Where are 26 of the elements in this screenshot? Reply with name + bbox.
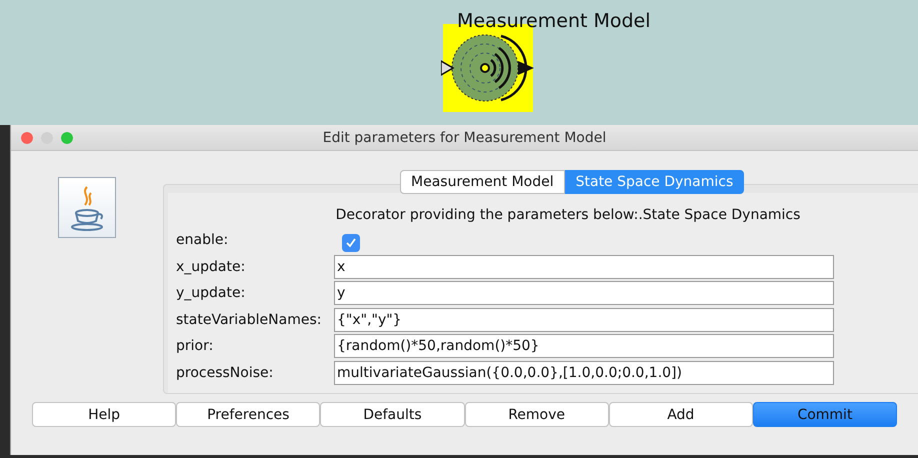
field-label: x_update: (175, 258, 246, 275)
cup-icon (58, 177, 116, 238)
node-label: Measurement Model (457, 10, 651, 32)
close-icon[interactable] (21, 132, 33, 144)
dialog-button[interactable]: Remove (464, 402, 609, 427)
dialog-button[interactable]: Commit (752, 402, 898, 427)
dialog-button[interactable]: Add (608, 402, 753, 427)
tab[interactable]: Measurement Model (400, 170, 565, 194)
dialog-button[interactable]: Defaults (320, 402, 465, 427)
window-title: Edit parameters for Measurement Model (322, 130, 606, 146)
input-field[interactable]: x (334, 254, 834, 279)
checkbox[interactable] (342, 234, 360, 252)
field-label: processNoise: (175, 364, 274, 381)
field-label: prior: (175, 338, 214, 354)
input-field[interactable]: multivariateGaussian({0.0,0.0},[1.0,0.0;0.0,1.0]) (334, 360, 834, 385)
field-label: enable: (175, 232, 230, 248)
dialog-button[interactable]: Preferences (176, 402, 320, 427)
check-icon (345, 237, 357, 250)
input-field[interactable]: y (334, 281, 834, 306)
input-field[interactable]: {"x","y"} (334, 308, 834, 332)
field-label: stateVariableNames: (175, 312, 322, 328)
zoom-icon[interactable] (61, 132, 73, 144)
dialog-button[interactable]: Help (32, 402, 176, 427)
description-text: Decorator providing the parameters below:.State Space Dynamics (336, 207, 800, 223)
input-field[interactable]: {random()*50,random()*50} (334, 334, 834, 358)
field-label: y_update: (175, 285, 246, 302)
